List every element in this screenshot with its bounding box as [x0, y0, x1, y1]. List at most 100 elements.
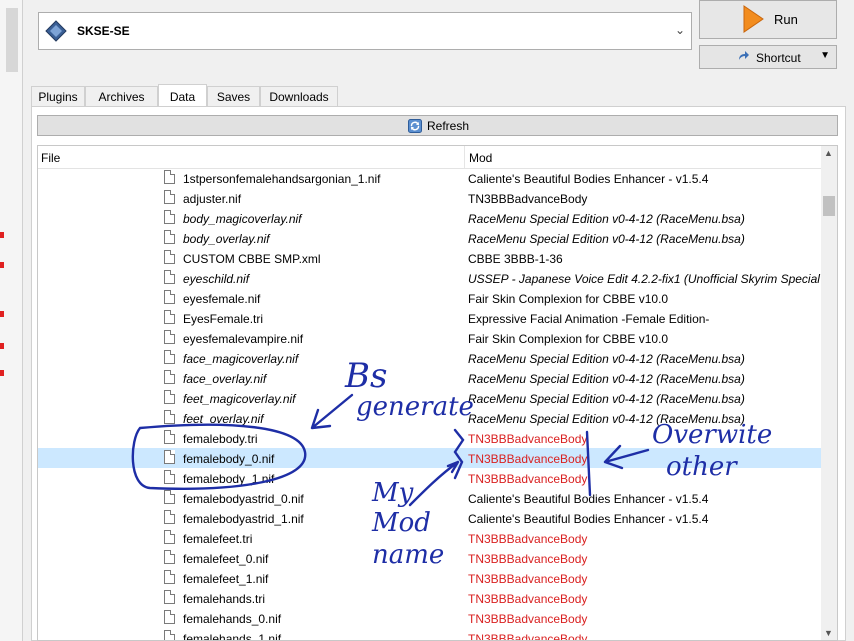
mod-name: Expressive Facial Animation -Female Edit…	[468, 312, 710, 326]
file-name: femalebody.tri	[183, 432, 258, 446]
refresh-button[interactable]: Refresh	[37, 115, 838, 136]
tab-saves[interactable]: Saves	[207, 86, 260, 106]
file-name: eyeschild.nif	[183, 272, 250, 286]
file-name: femalehands_1.nif	[183, 632, 282, 641]
shortcut-button[interactable]: Shortcut ▼	[699, 45, 837, 69]
file-icon	[164, 370, 175, 384]
table-row[interactable]: body_magicoverlay.nif RaceMenu Special Ed…	[38, 208, 822, 228]
file-name: femalehands_0.nif	[183, 612, 282, 626]
table-row[interactable]: EyesFemale.tri Expressive Facial Animatio…	[38, 308, 822, 328]
file-icon	[164, 310, 175, 324]
file-icon	[164, 390, 175, 404]
file-icon	[164, 330, 175, 344]
table-row[interactable]: adjuster.nif TN3BBBadvanceBody	[38, 188, 822, 208]
mod-name: RaceMenu Special Edition v0-4-12 (RaceMe…	[468, 392, 745, 406]
column-divider[interactable]	[464, 146, 465, 168]
file-icon	[164, 630, 175, 640]
table-row[interactable]: femalehands_0.nif TN3BBBadvanceBody	[38, 608, 822, 628]
scrollbar-thumb[interactable]	[6, 8, 18, 72]
vertical-scrollbar[interactable]: ▲ ▼	[821, 146, 837, 640]
mod-name: RaceMenu Special Edition v0-4-12 (RaceMe…	[468, 372, 745, 386]
file-icon	[164, 230, 175, 244]
mod-name: TN3BBBadvanceBody	[468, 612, 588, 626]
shortcut-label: Shortcut	[756, 51, 801, 65]
dropdown-arrow-icon[interactable]: ▼	[820, 50, 830, 61]
mod-name: Fair Skin Complexion for CBBE v10.0	[468, 292, 669, 306]
file-icon	[164, 590, 175, 604]
scroll-up-icon[interactable]: ▲	[824, 148, 833, 158]
file-name: femalebody_0.nif	[183, 452, 275, 466]
mod-name: RaceMenu Special Edition v0-4-12 (RaceMe…	[468, 232, 745, 246]
table-row[interactable]: femalebodyastrid_0.nif Caliente's Beautif…	[38, 488, 822, 508]
file-icon	[164, 170, 175, 184]
mod-name: TN3BBBadvanceBody	[468, 452, 588, 466]
column-header-mod[interactable]: Mod	[469, 151, 492, 165]
file-icon	[164, 290, 175, 304]
table-row[interactable]: face_overlay.nif RaceMenu Special Edition…	[38, 368, 822, 388]
table-row[interactable]: femalehands.tri TN3BBBadvanceBody	[38, 588, 822, 608]
mod-name: TN3BBBadvanceBody	[468, 532, 588, 546]
file-name: femalebodyastrid_0.nif	[183, 492, 304, 506]
table-row[interactable]: femalefeet_1.nif TN3BBBadvanceBody	[38, 568, 822, 588]
table-header: File Mod	[38, 146, 822, 169]
red-marker	[0, 343, 4, 349]
file-name: eyesfemale.nif	[183, 292, 261, 306]
file-name: body_magicoverlay.nif	[183, 212, 302, 226]
annotation-text: Mod	[372, 508, 431, 538]
file-icon	[164, 490, 175, 504]
table-row[interactable]: eyesfemale.nif Fair Skin Complexion for C…	[38, 288, 822, 308]
file-name: femalehands.tri	[183, 592, 266, 606]
mod-name: RaceMenu Special Edition v0-4-12 (RaceMe…	[468, 212, 745, 226]
file-icon	[164, 210, 175, 224]
annotation-text: generate	[356, 392, 474, 422]
mod-name: USSEP - Japanese Voice Edit 4.2.2-fix1 (…	[468, 272, 822, 286]
chevron-down-icon[interactable]: ⌄	[675, 23, 685, 37]
file-name: face_overlay.nif	[183, 372, 267, 386]
skse-icon	[45, 20, 67, 42]
file-name: feet_magicoverlay.nif	[183, 392, 296, 406]
refresh-label: Refresh	[427, 119, 470, 133]
file-name: feet_overlay.nif	[183, 412, 264, 426]
tab-downloads[interactable]: Downloads	[260, 86, 338, 106]
file-icon	[164, 570, 175, 584]
file-icon	[164, 530, 175, 544]
mod-name: Fair Skin Complexion for CBBE v10.0	[468, 332, 669, 346]
file-name: body_overlay.nif	[183, 232, 270, 246]
mod-name: RaceMenu Special Edition v0-4-12 (RaceMe…	[468, 352, 745, 366]
table-row[interactable]: femalehands_1.nif TN3BBBadvanceBody	[38, 628, 822, 641]
annotation-text: other	[666, 452, 737, 482]
file-name: adjuster.nif	[183, 192, 242, 206]
run-button[interactable]: Run	[699, 0, 837, 39]
refresh-icon	[408, 119, 422, 133]
shortcut-icon	[739, 51, 749, 60]
file-icon	[164, 250, 175, 264]
file-icon	[164, 270, 175, 284]
annotation-text: name	[372, 540, 445, 570]
mod-name: Caliente's Beautiful Bodies Enhancer - v…	[468, 492, 709, 506]
table-row[interactable]: body_overlay.nif RaceMenu Special Edition…	[38, 228, 822, 248]
mod-name: TN3BBBadvanceBody	[468, 632, 588, 641]
executable-label: SKSE-SE	[77, 24, 130, 38]
file-icon	[164, 350, 175, 364]
scroll-down-icon[interactable]: ▼	[824, 628, 833, 638]
tab-data[interactable]: Data	[158, 84, 207, 107]
file-name: 1stpersonfemalehandsargonian_1.nif	[183, 172, 381, 186]
mod-name: CBBE 3BBB-1-36	[468, 252, 563, 266]
column-header-file[interactable]: File	[41, 151, 60, 165]
file-icon	[164, 610, 175, 624]
table-row[interactable]: CUSTOM CBBE SMP.xml CBBE 3BBB-1-36	[38, 248, 822, 268]
file-icon	[164, 470, 175, 484]
file-name: femalebody_1.nif	[183, 472, 275, 486]
scrollbar-thumb[interactable]	[823, 196, 835, 216]
table-row[interactable]: face_magicoverlay.nif RaceMenu Special Ed…	[38, 348, 822, 368]
table-row[interactable]: eyesfemalevampire.nif Fair Skin Complexio…	[38, 328, 822, 348]
tab-plugins[interactable]: Plugins	[31, 86, 85, 106]
table-row[interactable]: 1stpersonfemalehandsargonian_1.nif Calien…	[38, 168, 822, 188]
mod-name: Caliente's Beautiful Bodies Enhancer - v…	[468, 512, 709, 526]
table-row[interactable]: eyeschild.nif USSEP - Japanese Voice Edit…	[38, 268, 822, 288]
executable-select[interactable]: SKSE-SE ⌄	[38, 12, 692, 50]
run-label: Run	[774, 12, 798, 27]
file-name: femalefeet.tri	[183, 532, 253, 546]
tab-archives[interactable]: Archives	[85, 86, 158, 106]
annotation-text: Overwite	[652, 420, 773, 450]
